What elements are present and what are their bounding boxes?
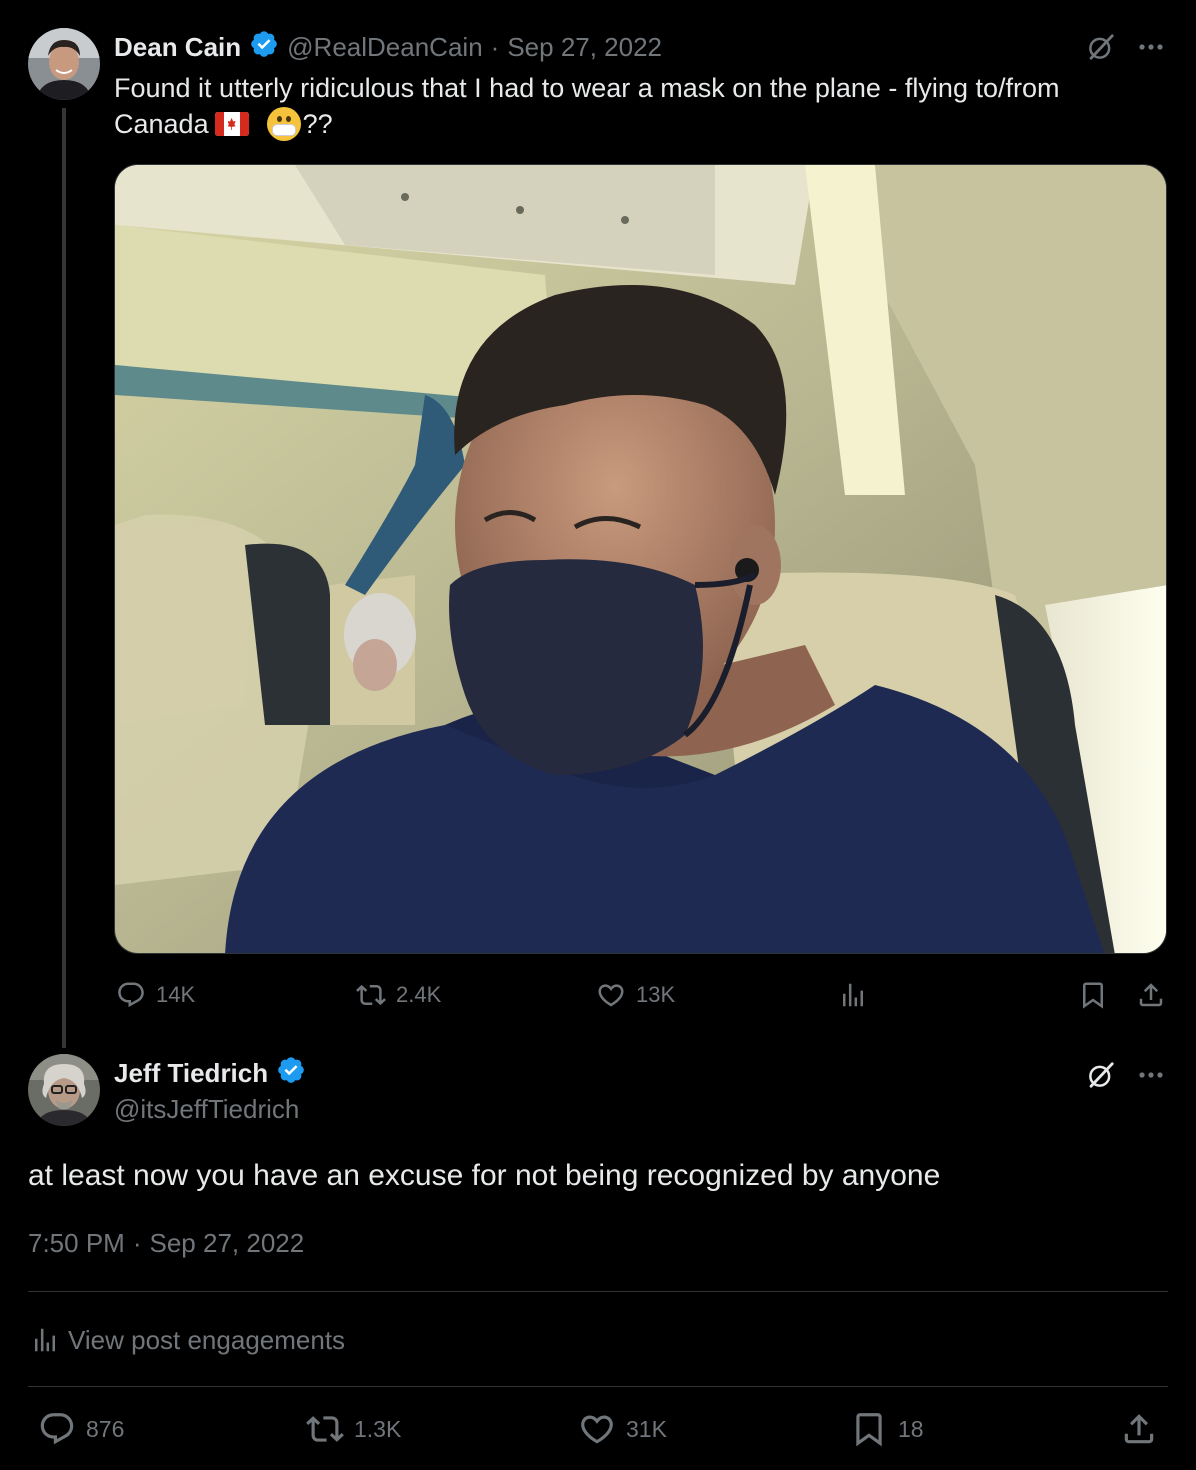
- like-button[interactable]: 31K: [578, 1410, 667, 1448]
- reply-button[interactable]: 14K: [116, 980, 195, 1010]
- canada-flag-icon: [214, 111, 249, 136]
- like-count: 13K: [636, 982, 676, 1007]
- post-time[interactable]: 7:50 PM: [28, 1228, 125, 1259]
- more-icon[interactable]: [1134, 32, 1168, 62]
- repost-count: 1.3K: [354, 1415, 402, 1442]
- dean-cain-avatar[interactable]: [28, 28, 100, 100]
- like-button[interactable]: 13K: [596, 980, 675, 1010]
- like-count: 31K: [626, 1415, 667, 1442]
- repost-count: 2.4K: [396, 982, 442, 1007]
- reply-text: at least now you have an excuse for not …: [28, 1159, 941, 1192]
- reply-button[interactable]: 876: [38, 1410, 124, 1448]
- post-text-fragment: ??: [302, 109, 333, 139]
- post-text-line: Canada??: [114, 106, 1174, 145]
- reply-count: 14K: [156, 982, 196, 1007]
- author-display-name[interactable]: Jeff Tiedrich: [114, 1058, 268, 1089]
- repost-button[interactable]: 1.3K: [306, 1410, 401, 1448]
- post-photo[interactable]: [114, 164, 1167, 954]
- thread-connector: [62, 108, 66, 1048]
- grok-icon[interactable]: [1084, 30, 1118, 64]
- divider: [28, 1386, 1168, 1387]
- author-handle[interactable]: @itsJeffTiedrich: [114, 1094, 299, 1125]
- bookmark-button[interactable]: 18: [850, 1410, 924, 1448]
- post-text: Found it utterly ridiculous that I had t…: [114, 70, 1174, 145]
- verified-badge-icon[interactable]: [276, 1055, 306, 1092]
- author-display-name[interactable]: Dean Cain: [114, 32, 241, 63]
- post-text-line: Found it utterly ridiculous that I had t…: [114, 73, 1060, 103]
- more-icon[interactable]: [1134, 1060, 1168, 1090]
- bookmark-button[interactable]: [1078, 980, 1108, 1010]
- jeff-tiedrich-avatar[interactable]: [28, 1054, 100, 1126]
- divider: [28, 1291, 1168, 1292]
- time-separator: ·: [132, 1227, 142, 1258]
- analytics-icon: [30, 1325, 60, 1355]
- face-with-mask-emoji-icon: [266, 106, 301, 141]
- verified-badge-icon[interactable]: [249, 29, 279, 66]
- view-engagements-link[interactable]: View post engagements: [30, 1322, 345, 1358]
- views-button[interactable]: [838, 980, 868, 1010]
- grok-icon[interactable]: [1084, 1058, 1118, 1092]
- reply-count: 876: [86, 1415, 125, 1442]
- bookmark-count: 18: [898, 1415, 924, 1442]
- view-engagements-label: View post engagements: [68, 1324, 346, 1355]
- post-text-fragment: Canada: [114, 109, 209, 139]
- share-button[interactable]: [1136, 980, 1166, 1010]
- date-separator: ·: [490, 31, 500, 62]
- post-date[interactable]: Sep 27, 2022: [150, 1228, 305, 1259]
- author-handle[interactable]: @RealDeanCain: [287, 32, 483, 63]
- repost-button[interactable]: 2.4K: [356, 980, 441, 1010]
- share-button[interactable]: [1120, 1410, 1158, 1448]
- post-date[interactable]: Sep 27, 2022: [507, 32, 662, 63]
